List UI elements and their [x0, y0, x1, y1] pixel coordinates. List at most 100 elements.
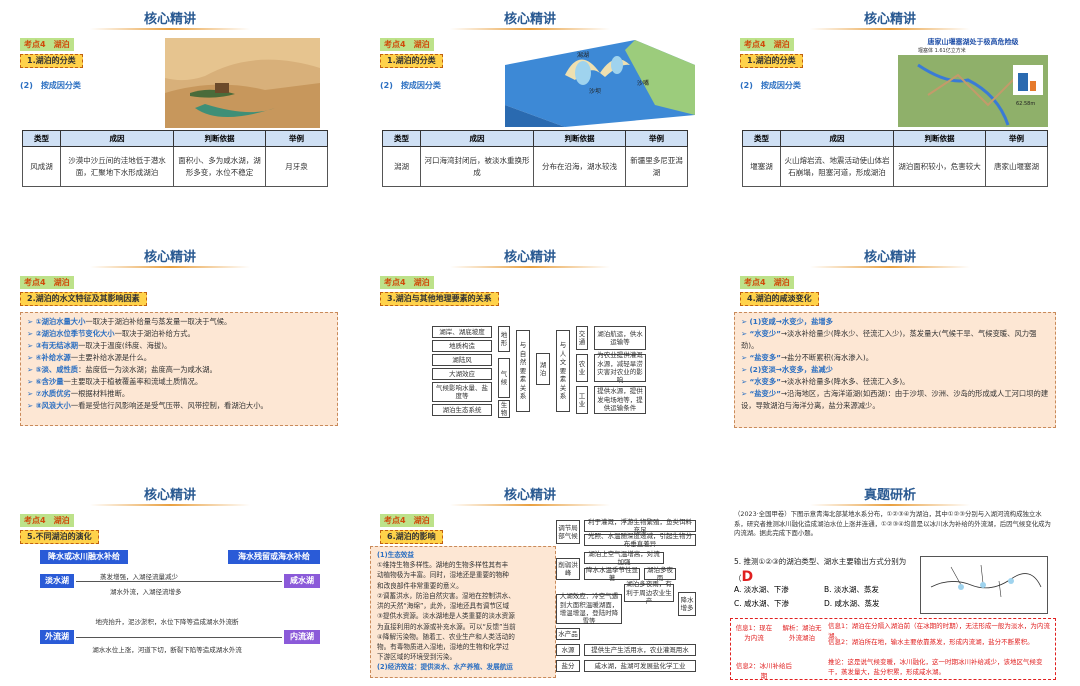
barrier-lake-map: 唐家山堰塞湖处于极高危险级 堰塞体 1.61亿立方米 62.58m — [898, 35, 1048, 127]
question-text: （2023·全国甲卷）下图示意青海北部某地水系分布，①②③④为湖泊，其中①②③分… — [734, 510, 1051, 538]
hint-text: 信息2：湖泊所在地，输水主要依靠蒸发，形成内流湖，盐分不断累积。 — [828, 638, 1034, 646]
map-subtitle: 堰塞体 1.61亿立方米 — [918, 47, 966, 54]
slide-5[interactable]: 核心精讲 考点4 湖泊 3.湖泊与其他地理要素的关系 湖岸、湖底坡度 地质构造 … — [360, 238, 700, 448]
chart-node: 调节局部气候 — [556, 520, 580, 544]
chart-note: 降水水温季节性显著 — [584, 565, 640, 582]
table-header: 判断依据 — [533, 130, 626, 147]
table-header: 成因 — [60, 130, 174, 147]
slide-2[interactable]: 核心精讲 考点4 湖泊 1.湖泊的分类 (2) 按成因分类 潟湖 沙嘴 沙坝 类… — [360, 0, 700, 210]
table-cell: 沙漠中沙丘间的洼地低于潜水面，汇聚地下水形成湖泊 — [60, 146, 174, 187]
evolve-note: 湖水水位上涨，河道下切，断裂下陷等造成湖水外流 — [92, 646, 242, 654]
answer-mark: D — [741, 569, 754, 586]
source-label-left: 降水或冰川融水补给 — [40, 550, 128, 564]
river-map — [920, 556, 1048, 614]
list-item: ①维持生物多样性。湖地的生物多样性其有丰 — [377, 561, 509, 570]
table-cell: 唐家山堰塞湖 — [985, 146, 1048, 187]
diagram-box: 与自然要素关系 — [516, 330, 530, 412]
table-cell: 河口海湾封闭后，被淡水重换形成 — [420, 146, 534, 187]
list-item: ➢ ⑧风浪大小一看是受信行风影响还是受气压带、风带控制，看湖泊大小。 — [27, 401, 268, 411]
table-header: 举例 — [985, 130, 1048, 147]
table-cell: 新疆里多尼亚潟湖 — [625, 146, 688, 187]
diagram-box: 湖陆风 — [432, 354, 492, 366]
diagram-box: 湖泊航运，供水运输等 — [594, 326, 646, 350]
slide-1[interactable]: 核心精讲 考点4 湖泊 1.湖泊的分类 (2) 按成因分类 类型 成因 判断依据… — [0, 0, 340, 210]
chart-node: 水源 — [556, 644, 580, 656]
diagram-box: 生物 — [498, 400, 510, 418]
topic-tag: 考点4 湖泊 — [740, 38, 794, 51]
table-cell: 风成湖 — [22, 146, 61, 187]
option[interactable]: C. 咸水湖、下渗 — [734, 598, 789, 609]
list-item: ➢ “水变多”→淡水补给量多(降水多、径流汇入多)。 — [741, 377, 910, 387]
table-header: 判断依据 — [893, 130, 986, 147]
title-underline — [810, 504, 970, 506]
desert-lake-photo — [165, 38, 320, 128]
title-underline — [90, 28, 250, 30]
chart-node: 盐分 — [556, 660, 580, 672]
slide-7[interactable]: 核心精讲 考点4 湖泊 5.不同湖泊的演化 降水或冰川融水补给 海水残留或海水补… — [0, 476, 340, 686]
slide-title: 核心精讲 — [503, 12, 556, 27]
option[interactable]: B. 淡水湖、蒸发 — [824, 584, 879, 595]
diagram-box: 大湖效应 — [432, 368, 492, 380]
source-label-right: 海水残留或海水补给 — [228, 550, 320, 564]
topic-tag: 考点4 湖泊 — [380, 514, 434, 527]
table-cell: 月牙泉 — [265, 146, 328, 187]
table-cell: 堰塞湖 — [742, 146, 781, 187]
chart-note: 利于灌溉，浮游生物繁殖，鱼类饵料充足 — [584, 518, 696, 534]
topic-tag: 考点4 湖泊 — [380, 38, 434, 51]
slide-3[interactable]: 核心精讲 考点4 湖泊 1.湖泊的分类 (2) 按成因分类 唐家山堰塞湖处于极高… — [720, 0, 1060, 210]
diagram-box: 农业 — [576, 354, 588, 382]
salinity-list: ➢ (1)变咸→水变少，盐增多 ➢ “水变少”→淡水补给量少(降水少、径流汇入少… — [734, 312, 1056, 428]
section-heading: 1.湖泊的分类 — [740, 54, 803, 68]
table-cell: 分布在沿海，湖水较浅 — [533, 146, 626, 187]
lagoon-label: 潟湖 — [577, 51, 589, 59]
crescent-lake-image — [165, 38, 320, 128]
list-item: ➢ “盐变少”→沿海地区，古海洋道湖(如西湖)：由于沙坝、沙洲、沙岛的形成或人工… — [741, 389, 1049, 411]
list-item: 动植物极为丰富。同时，湿地还是重要的物种 — [377, 571, 509, 580]
map-title: 唐家山堰塞湖处于极高危险级 — [928, 37, 1020, 46]
table-cell: 湖泊面积较小，危害较大 — [893, 146, 986, 187]
table-header: 类型 — [382, 130, 421, 147]
title-underline — [810, 28, 970, 30]
table-header: 类型 — [742, 130, 781, 147]
slide-title: 核心精讲 — [143, 12, 196, 27]
chart-note: 咸水湖，盐湖可发展盐化学工业 — [584, 660, 696, 672]
list-item: ➢ ④补给水源一主要补给水源是什么。 — [27, 353, 152, 363]
evolve-note: 地壳抬升，泥沙淤积，水位下降等造成湖水外流断 — [95, 618, 239, 626]
chart-note: 湖泊多夜雨，有利于周边农业生产 — [624, 580, 674, 605]
section-heading: 1.湖泊的分类 — [20, 54, 83, 68]
list-item: ➢ ⑥含沙量一主要取决于植被覆盖率和流域土质情况。 — [27, 377, 203, 387]
diagram-box: 为农业提供灌溉水源，减轻旱涝灾害对农业的影响 — [594, 351, 646, 384]
table-cell: 火山熔岩流、地震活动使山体岩石崩塌，阻塞河道，形成湖泊 — [780, 146, 894, 187]
diagram-box: 湖岸、湖底坡度 — [432, 326, 492, 338]
classification-table: 类型 成因 判断依据 举例 风成湖 沙漠中沙丘间的洼地低于潜水面，汇聚地下水形成… — [22, 130, 328, 187]
diagram-box: 提供水源，提供发电场地等，提供运输条件 — [594, 386, 646, 414]
option[interactable]: D. 咸水湖、蒸发 — [824, 598, 880, 609]
section-heading: 4.湖泊的咸淡变化 — [740, 292, 819, 306]
diagram-box: 湖泊生态系统 — [432, 404, 492, 416]
title-underline — [450, 28, 610, 30]
subheading: (2) 按成因分类 — [740, 81, 801, 90]
topic-tag: 考点4 湖泊 — [740, 276, 794, 289]
height-label: 62.58m — [1016, 101, 1035, 107]
slide-title: 核心精讲 — [143, 250, 196, 265]
list-item: ➢ “盐变多”→盐分不断累积(海水渗入)。 — [741, 353, 873, 363]
evolve-note: 蒸发增强，入湖径流量减少 — [100, 573, 178, 581]
list-item: ➢ ①湖泊水量大小一取决于湖泊补给量与蒸发量一取决于气候。 — [27, 317, 232, 326]
list-item: ➢ “水变少”→淡水补给量少(降水少、径流汇入少)，蒸发量大(气候干旱、气候变暖… — [741, 329, 1037, 351]
list-item: ➢ ②湖泊水位季节变化大小一取决于湖泊补给方式。 — [27, 329, 195, 339]
list-item: 洪的天然“海绵”，此外，湿地还具有调节区域 — [377, 602, 510, 611]
slide-4[interactable]: 核心精讲 考点4 湖泊 2.湖泊的水文特征及其影响因素 ➢ ①湖泊水量大小一取决… — [0, 238, 340, 448]
slide-8[interactable]: 核心精讲 考点4 湖泊 6.湖泊的影响 (1)生态效益 ①维持生物多样性。湖地的… — [360, 476, 700, 686]
slide-6[interactable]: 核心精讲 考点4 湖泊 4.湖泊的咸淡变化 ➢ (1)变咸→水变少，盐增多 ➢ … — [720, 238, 1060, 448]
table-header: 成因 — [780, 130, 894, 147]
slide-9[interactable]: 真题研析 （2023·全国甲卷）下图示意青海北部某地水系分布，①②③④为湖泊，其… — [720, 476, 1060, 686]
section-heading: 2.湖泊的水文特征及其影响因素 — [20, 292, 147, 306]
option[interactable]: A. 淡水湖、下渗 — [734, 584, 789, 595]
topic-tag: 考点4 湖泊 — [380, 276, 434, 289]
list-item: ➢ (2)变淡→水变多，盐减少 — [741, 365, 833, 375]
topic-tag: 考点4 湖泊 — [20, 38, 74, 51]
subheading: (2) 按成因分类 — [380, 81, 441, 90]
river-map-drawing — [930, 564, 1042, 598]
spit-label: 沙嘴 — [637, 79, 649, 87]
salt-lake-label: 咸水湖 — [284, 574, 320, 588]
